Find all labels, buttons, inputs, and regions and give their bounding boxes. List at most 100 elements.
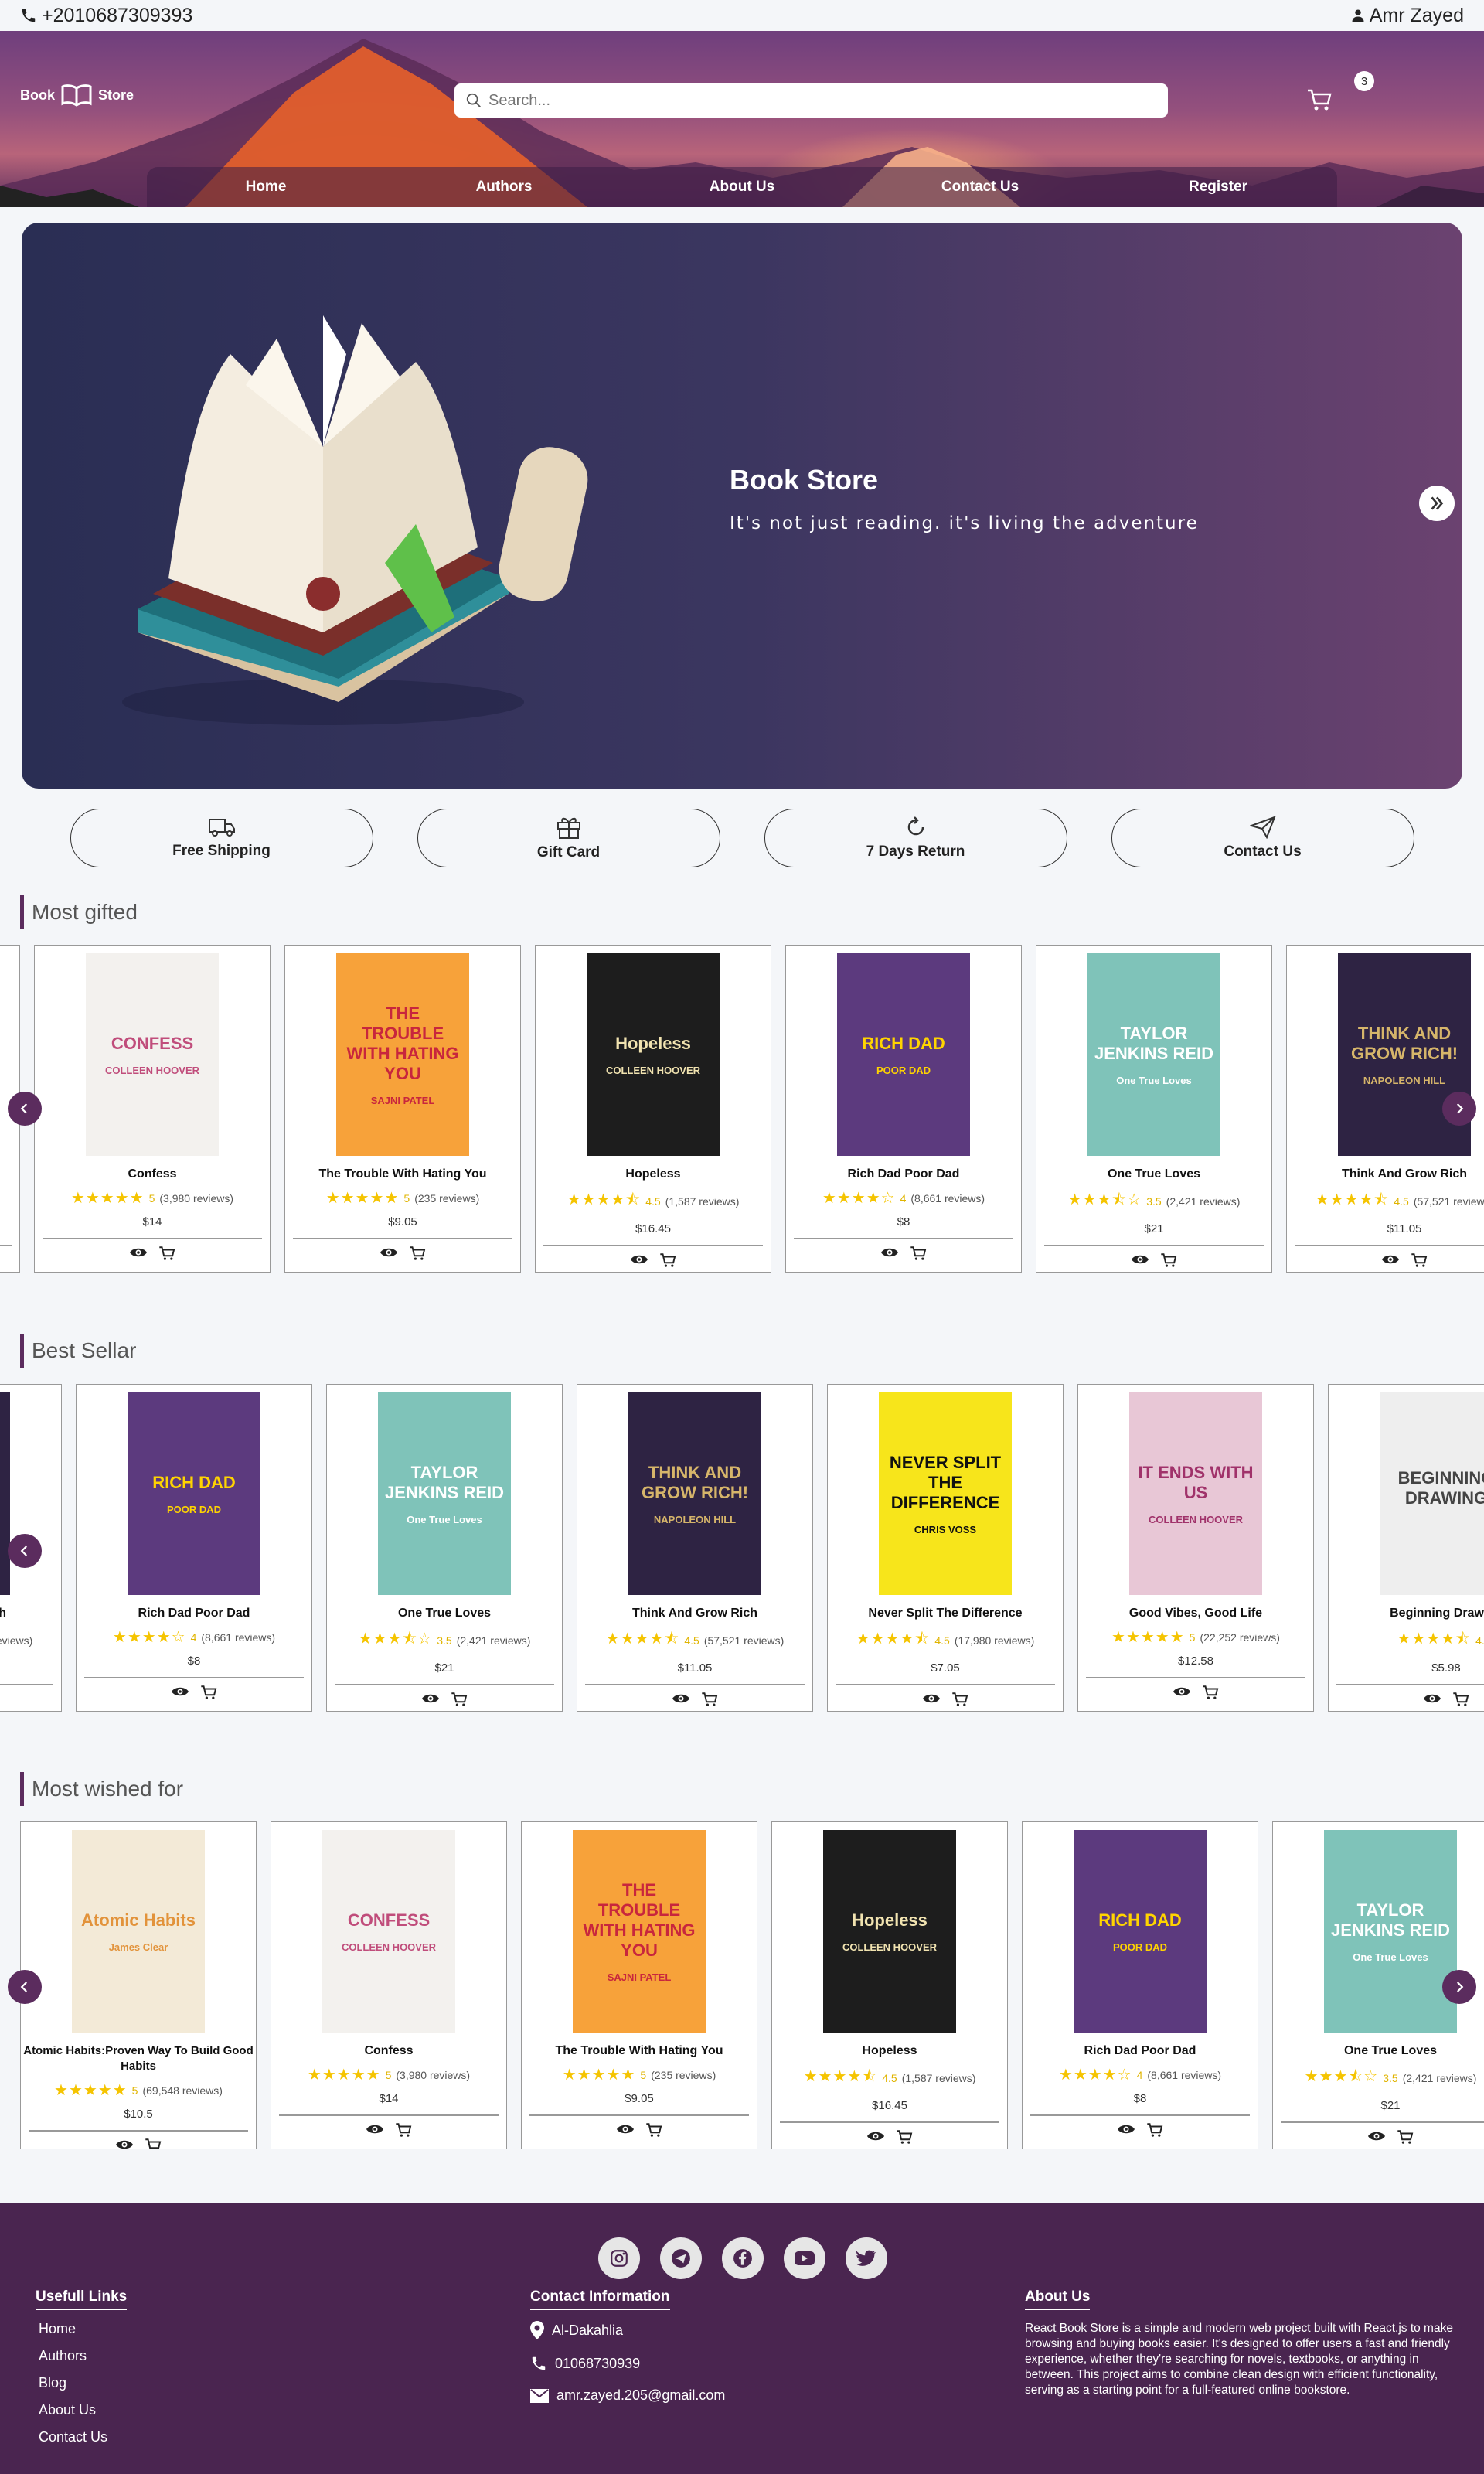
- footer-link-contact-us[interactable]: Contact Us: [39, 2429, 127, 2445]
- carousel-next-button[interactable]: [1442, 1970, 1476, 2004]
- feature-contact-us[interactable]: Contact Us: [1111, 809, 1414, 867]
- book-card[interactable]: CONFESS COLLEEN HOOVER Confess ★★★★★ 5 (3,980…: [271, 1821, 507, 2149]
- carousel-prev-button[interactable]: [8, 1092, 42, 1126]
- search-input[interactable]: [488, 91, 1153, 110]
- add-to-cart-icon[interactable]: [145, 2138, 162, 2149]
- footer-link-about-us[interactable]: About Us: [39, 2402, 127, 2418]
- book-title[interactable]: Good Vibes, Good Life: [1078, 1606, 1313, 1621]
- book-card[interactable]: Hopeless COLLEEN HOOVER Hopeless ★★★★⯪ 4.5 (1…: [771, 1821, 1008, 2149]
- facebook-icon[interactable]: [722, 2237, 764, 2279]
- add-to-cart-icon[interactable]: [200, 1685, 217, 1704]
- add-to-cart-icon[interactable]: [451, 1692, 468, 1711]
- eye-icon[interactable]: [421, 1692, 440, 1711]
- eye-icon[interactable]: [1117, 2122, 1135, 2142]
- book-title[interactable]: One True Loves: [1273, 2043, 1484, 2059]
- book-title[interactable]: Rich Dad Poor Dad: [1023, 2043, 1258, 2059]
- book-cover[interactable]: CONFESS COLLEEN HOOVER: [86, 953, 219, 1156]
- book-cover[interactable]: THE TROUBLE WITH HATING YOU SAJNI PATEL: [573, 1830, 706, 2033]
- add-to-cart-icon[interactable]: [896, 2129, 913, 2149]
- eye-icon[interactable]: [380, 1246, 398, 1265]
- eye-icon[interactable]: [630, 1252, 648, 1272]
- add-to-cart-icon[interactable]: [409, 1246, 426, 1265]
- book-title[interactable]: Beginning Drawing: [0, 1167, 19, 1182]
- book-cover[interactable]: TAYLOR JENKINS REID One True Loves: [378, 1392, 511, 1595]
- book-title[interactable]: Beginning Drawing: [1329, 1606, 1484, 1621]
- add-to-cart-icon[interactable]: [910, 1246, 927, 1265]
- eye-icon[interactable]: [115, 2138, 134, 2149]
- book-title[interactable]: One True Loves: [1036, 1167, 1271, 1182]
- brand-logo[interactable]: Book Store: [20, 83, 134, 107]
- eye-icon[interactable]: [922, 1692, 941, 1711]
- book-title[interactable]: Rich Dad Poor Dad: [786, 1167, 1021, 1182]
- carousel-prev-button[interactable]: [8, 1534, 42, 1568]
- add-to-cart-icon[interactable]: [951, 1692, 968, 1711]
- footer-phone[interactable]: 01068730939: [530, 2355, 725, 2372]
- user-account[interactable]: Amr Zayed: [1351, 5, 1464, 27]
- eye-icon[interactable]: [880, 1246, 899, 1265]
- book-card[interactable]: CONFESS COLLEEN HOOVER Confess ★★★★★ 5 (3,980…: [34, 945, 271, 1273]
- add-to-cart-icon[interactable]: [1397, 2129, 1414, 2149]
- nav-authors[interactable]: Authors: [427, 179, 581, 196]
- book-cover[interactable]: Atomic Habits James Clear: [72, 1830, 205, 2033]
- add-to-cart-icon[interactable]: [1160, 1252, 1177, 1272]
- add-to-cart-icon[interactable]: [395, 2122, 412, 2142]
- eye-icon[interactable]: [366, 2122, 384, 2142]
- nav-contact-us[interactable]: Contact Us: [903, 179, 1057, 196]
- add-to-cart-icon[interactable]: [158, 1246, 175, 1265]
- book-card[interactable]: TAYLOR JENKINS REID One True Loves One Tru…: [326, 1384, 563, 1712]
- carousel-next-button[interactable]: [1442, 1092, 1476, 1126]
- add-to-cart-icon[interactable]: [701, 1692, 718, 1711]
- book-title[interactable]: The Trouble With Hating You: [522, 2043, 757, 2059]
- phone-contact[interactable]: +2010687309393: [20, 5, 192, 27]
- book-cover[interactable]: CONFESS COLLEEN HOOVER: [322, 1830, 455, 2033]
- add-to-cart-icon[interactable]: [1411, 1252, 1428, 1272]
- eye-icon[interactable]: [1423, 1692, 1441, 1711]
- banner-next-button[interactable]: [1419, 486, 1455, 521]
- feature-7-days-return[interactable]: 7 Days Return: [764, 809, 1067, 867]
- book-card[interactable]: THE TROUBLE WITH HATING YOU SAJNI PATEL Th…: [284, 945, 521, 1273]
- feature-free-shipping[interactable]: Free Shipping: [70, 809, 373, 867]
- eye-icon[interactable]: [1381, 1252, 1400, 1272]
- instagram-icon[interactable]: [598, 2237, 640, 2279]
- add-to-cart-icon[interactable]: [645, 2122, 662, 2142]
- eye-icon[interactable]: [129, 1246, 148, 1265]
- book-card[interactable]: Hopeless COLLEEN HOOVER Hopeless ★★★★⯪ 4.5 (1…: [535, 945, 771, 1273]
- eye-icon[interactable]: [616, 2122, 635, 2142]
- book-cover[interactable]: THE TROUBLE WITH HATING YOU SAJNI PATEL: [336, 953, 469, 1156]
- book-title[interactable]: Think And Grow Rich: [1287, 1167, 1484, 1182]
- book-cover[interactable]: THINK AND GROW RICH!NAPOLEON HILL: [0, 1392, 10, 1595]
- nav-home[interactable]: Home: [189, 179, 343, 196]
- youtube-icon[interactable]: [784, 2237, 825, 2279]
- eye-icon[interactable]: [1173, 1685, 1191, 1704]
- book-cover[interactable]: BEGINNING DRAWING: [1380, 1392, 1484, 1595]
- book-cover[interactable]: NEVER SPLIT THE DIFFERENCE CHRIS VOSS: [879, 1392, 1012, 1595]
- book-card[interactable]: Atomic Habits James Clear Atomic Habits:Pr…: [20, 1821, 257, 2149]
- add-to-cart-icon[interactable]: [1452, 1692, 1469, 1711]
- cart-button[interactable]: [1306, 88, 1333, 115]
- book-cover[interactable]: IT ENDS WITH US COLLEEN HOOVER: [1129, 1392, 1262, 1595]
- book-cover[interactable]: RICH DAD POOR DAD: [128, 1392, 260, 1595]
- book-title[interactable]: One True Loves: [327, 1606, 562, 1621]
- add-to-cart-icon[interactable]: [659, 1252, 676, 1272]
- book-card[interactable]: RICH DAD POOR DAD Rich Dad Poor Dad ★★★★☆ 4(…: [785, 945, 1022, 1273]
- eye-icon[interactable]: [866, 2129, 885, 2149]
- book-title[interactable]: Rich Dad Poor Dad: [77, 1606, 311, 1621]
- book-card[interactable]: BEGINNING DRAWING Beginning Drawing ★★★★⯪4…: [1328, 1384, 1484, 1712]
- nav-register[interactable]: Register: [1141, 179, 1295, 196]
- book-title[interactable]: Atomic Habits:Proven Way To Build Good H…: [21, 2043, 256, 2074]
- add-to-cart-icon[interactable]: [1146, 2122, 1163, 2142]
- book-cover[interactable]: Hopeless COLLEEN HOOVER: [587, 953, 720, 1156]
- footer-email[interactable]: amr.zayed.205@gmail.com: [530, 2387, 725, 2404]
- book-title[interactable]: Hopeless: [536, 1167, 771, 1182]
- eye-icon[interactable]: [171, 1685, 189, 1704]
- book-title[interactable]: The Trouble With Hating You: [285, 1167, 520, 1182]
- book-title[interactable]: Never Split The Difference: [828, 1606, 1063, 1621]
- book-cover[interactable]: RICH DAD POOR DAD: [837, 953, 970, 1156]
- add-to-cart-icon[interactable]: [1202, 1685, 1219, 1704]
- book-card[interactable]: THE TROUBLE WITH HATING YOU SAJNI PATEL Th…: [521, 1821, 757, 2149]
- eye-icon[interactable]: [1367, 2129, 1386, 2149]
- search-bar[interactable]: [454, 83, 1168, 118]
- book-cover[interactable]: THINK AND GROW RICH!NAPOLEON HILL: [628, 1392, 761, 1595]
- footer-link-home[interactable]: Home: [39, 2321, 127, 2337]
- eye-icon[interactable]: [672, 1692, 690, 1711]
